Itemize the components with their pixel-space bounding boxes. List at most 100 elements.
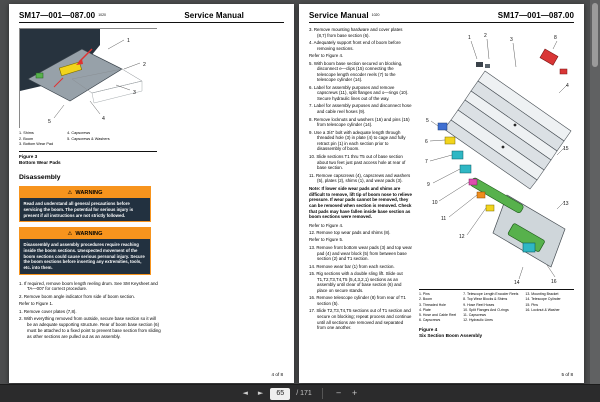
step-text: 8. Remove locknuts and washers (16) and … xyxy=(309,116,410,128)
page-right-inner: Service Manual 1020 SM17—001—087.00 3. R… xyxy=(299,4,584,383)
step-text: 14. Remove wear bar (1) from each sectio… xyxy=(309,263,395,269)
warning-text: Read and understand all general precauti… xyxy=(23,201,134,218)
warning-label: WARNING xyxy=(75,230,103,237)
legend-entry: 14. Telescope Cylinder xyxy=(525,297,561,302)
warning-header: ⚠ WARNING xyxy=(20,228,150,240)
step-text: 10. Slide sections T1 thru T5 out of bas… xyxy=(309,153,406,171)
callout-label: 1 xyxy=(468,35,471,41)
warning-label: WARNING xyxy=(75,189,103,196)
step-text: 13. Remove front bottom wear pads (3) an… xyxy=(309,244,412,262)
blue-part xyxy=(437,122,448,131)
shim-highlight xyxy=(35,72,44,79)
figure3-caption: Figure 3 Bottom Wear Pads xyxy=(19,150,157,167)
step-text: 17. Slide T2,T3,T4,T5 sections out of T1… xyxy=(309,308,412,331)
page-left: SM17—001—087.00 1020 Service Manual 1 2 … xyxy=(9,4,294,383)
figure4-legend-col3: 13. Mounting Bracket 14. Telescope Cylind… xyxy=(525,292,560,324)
doc-number: SM17—001—087.00 xyxy=(497,11,574,20)
step-text: 1. Remove cover plates (7,8). xyxy=(19,308,77,314)
boom-nose-detail xyxy=(476,62,483,67)
right-page-text-column: 3. Remove mounting hardware and cover pl… xyxy=(309,27,412,339)
zoom-out-button[interactable]: − xyxy=(333,388,345,399)
callout-label: 3 xyxy=(133,90,136,96)
step-text: Refer to Figure 1. xyxy=(19,301,54,307)
zoom-in-button[interactable]: + xyxy=(349,388,361,399)
figure4-legend: 1. Pins 2. Boom 3. Threaded Hole 4. Plate 5.… xyxy=(419,289,574,324)
callout-label: 5 xyxy=(426,118,429,124)
figure3-caption-subtitle: Bottom Wear Pads xyxy=(19,159,61,165)
figure4-diagram: 1 2 3 4 5 6 7 8 9 10 11 12 13 14 15 16 xyxy=(419,27,574,287)
figure3-block: 1 2 3 4 5 1. Shims 2. Boom 3. Bottom Wear … xyxy=(19,28,159,166)
note-paragraph: Note: If lower side wear pads and shims … xyxy=(309,185,412,220)
step-text: 2. Remove boom angle indicator from side… xyxy=(19,293,135,299)
page-count-label: / 171 xyxy=(296,390,312,397)
section-heading-disassembly: Disassembly xyxy=(19,174,61,182)
scrollbar-thumb[interactable] xyxy=(592,3,598,67)
page-right-header: Service Manual 1020 SM17—001—087.00 xyxy=(309,11,574,20)
red-part-small xyxy=(559,68,568,75)
scrollbar[interactable] xyxy=(590,0,600,384)
step-text: 5. With boom base section secured on blo… xyxy=(309,60,403,83)
step-text: 16. Remove telescope cylinder (8) from r… xyxy=(309,295,406,306)
callout-label: 3 xyxy=(510,37,513,43)
step-text: 12. Remove top wear pads and shims (8). xyxy=(309,230,391,236)
warning-triangle-icon: ⚠ xyxy=(67,230,73,237)
doc-number: SM17—001—087.00 xyxy=(19,11,96,20)
yellow-part xyxy=(485,204,495,212)
legend-entry: 6. Capscrews xyxy=(419,318,441,323)
header-rule xyxy=(19,22,284,23)
revision-number: 1020 xyxy=(371,13,380,17)
callout-label: 7 xyxy=(425,159,428,165)
step-text: Refer to Figure 4. xyxy=(309,222,344,228)
callout-label: 15 xyxy=(563,146,569,152)
callout-label: 10 xyxy=(432,200,438,206)
toolbar-divider xyxy=(321,388,323,399)
next-page-button[interactable]: ► xyxy=(255,388,266,399)
page-number-footer: 5 of 8 xyxy=(561,372,574,377)
callout-label: 4 xyxy=(102,116,105,122)
figure4-legend-col1: 1. Pins 2. Boom 3. Threaded Hole 4. Plate 5.… xyxy=(419,292,456,324)
page-number-input[interactable] xyxy=(270,387,291,400)
pdf-viewer: SM17—001—087.00 1020 Service Manual 1 2 … xyxy=(0,0,600,402)
figure3-legend-col2: 4. Capscrews 5. Capscrews & Washers xyxy=(67,131,109,148)
callout-label: 14 xyxy=(514,280,520,286)
page-right: Service Manual 1020 SM17—001—087.00 3. R… xyxy=(299,4,584,383)
boom-nose-detail xyxy=(485,64,490,68)
warning-text: Disassembly and assembly procedures requ… xyxy=(23,242,145,270)
figure4-caption: Figure 4 Six Section Boom Assembly xyxy=(419,327,574,340)
step-text: 7. Label for assembly purposes and disco… xyxy=(309,103,412,115)
callout-label: 9 xyxy=(427,182,430,188)
legend-entry: 3. Bottom Wear Pad xyxy=(19,142,54,146)
legend-entry: 12. Hydraulic Lines xyxy=(463,318,493,323)
manual-title: Service Manual xyxy=(309,11,369,20)
right-page-body: 3. Remove mounting hardware and cover pl… xyxy=(309,27,574,339)
page-number-footer: 4 of 8 xyxy=(271,372,284,377)
figure4-legend-col2: 7. Telescope Length Encoder Reels 8. Top … xyxy=(463,292,518,324)
revision-number: 1020 xyxy=(98,13,107,17)
orange-part xyxy=(476,191,486,199)
callout-label: 1 xyxy=(127,38,130,44)
page-left-inner: SM17—001—087.00 1020 Service Manual 1 2 … xyxy=(9,4,294,383)
callout-label: 8 xyxy=(554,35,557,41)
yellow-part xyxy=(444,136,456,145)
fastener-dot xyxy=(501,145,505,149)
callout-label: 12 xyxy=(459,234,465,240)
left-page-steps: 1. If required, remove boom length reeli… xyxy=(19,281,161,340)
toolbar-group: ◄ ► / 171 − + xyxy=(239,387,361,400)
step-text: 4. Adequately support front end of boom … xyxy=(309,40,401,51)
callout-label: 4 xyxy=(566,83,569,89)
manual-title: Service Manual xyxy=(184,11,244,20)
step-text: 3. Remove mounting hardware and cover pl… xyxy=(309,27,403,38)
prev-page-button[interactable]: ◄ xyxy=(239,388,250,399)
header-rule xyxy=(309,22,574,23)
right-page-steps-bottom: Refer to Figure 4. 12. Remove top wear pa… xyxy=(309,223,412,331)
step-text: 11. Remove capscrews (4), capscrews and … xyxy=(309,172,411,184)
callout-label: 6 xyxy=(425,139,428,145)
step-text: 15. Rig sections with a double sling lif… xyxy=(309,270,403,293)
viewer-toolbar: ◄ ► / 171 − + xyxy=(0,384,600,402)
callout-label: 5 xyxy=(48,119,51,125)
fastener-dot xyxy=(513,123,517,127)
figure3-legend-col1: 1. Shims 2. Boom 3. Bottom Wear Pad xyxy=(19,131,53,148)
callout-label: 2 xyxy=(484,33,487,39)
step-text: 2. With everything removed from outside,… xyxy=(19,316,161,339)
warning-box-1: ⚠ WARNING Read and understand all genera… xyxy=(19,186,151,223)
